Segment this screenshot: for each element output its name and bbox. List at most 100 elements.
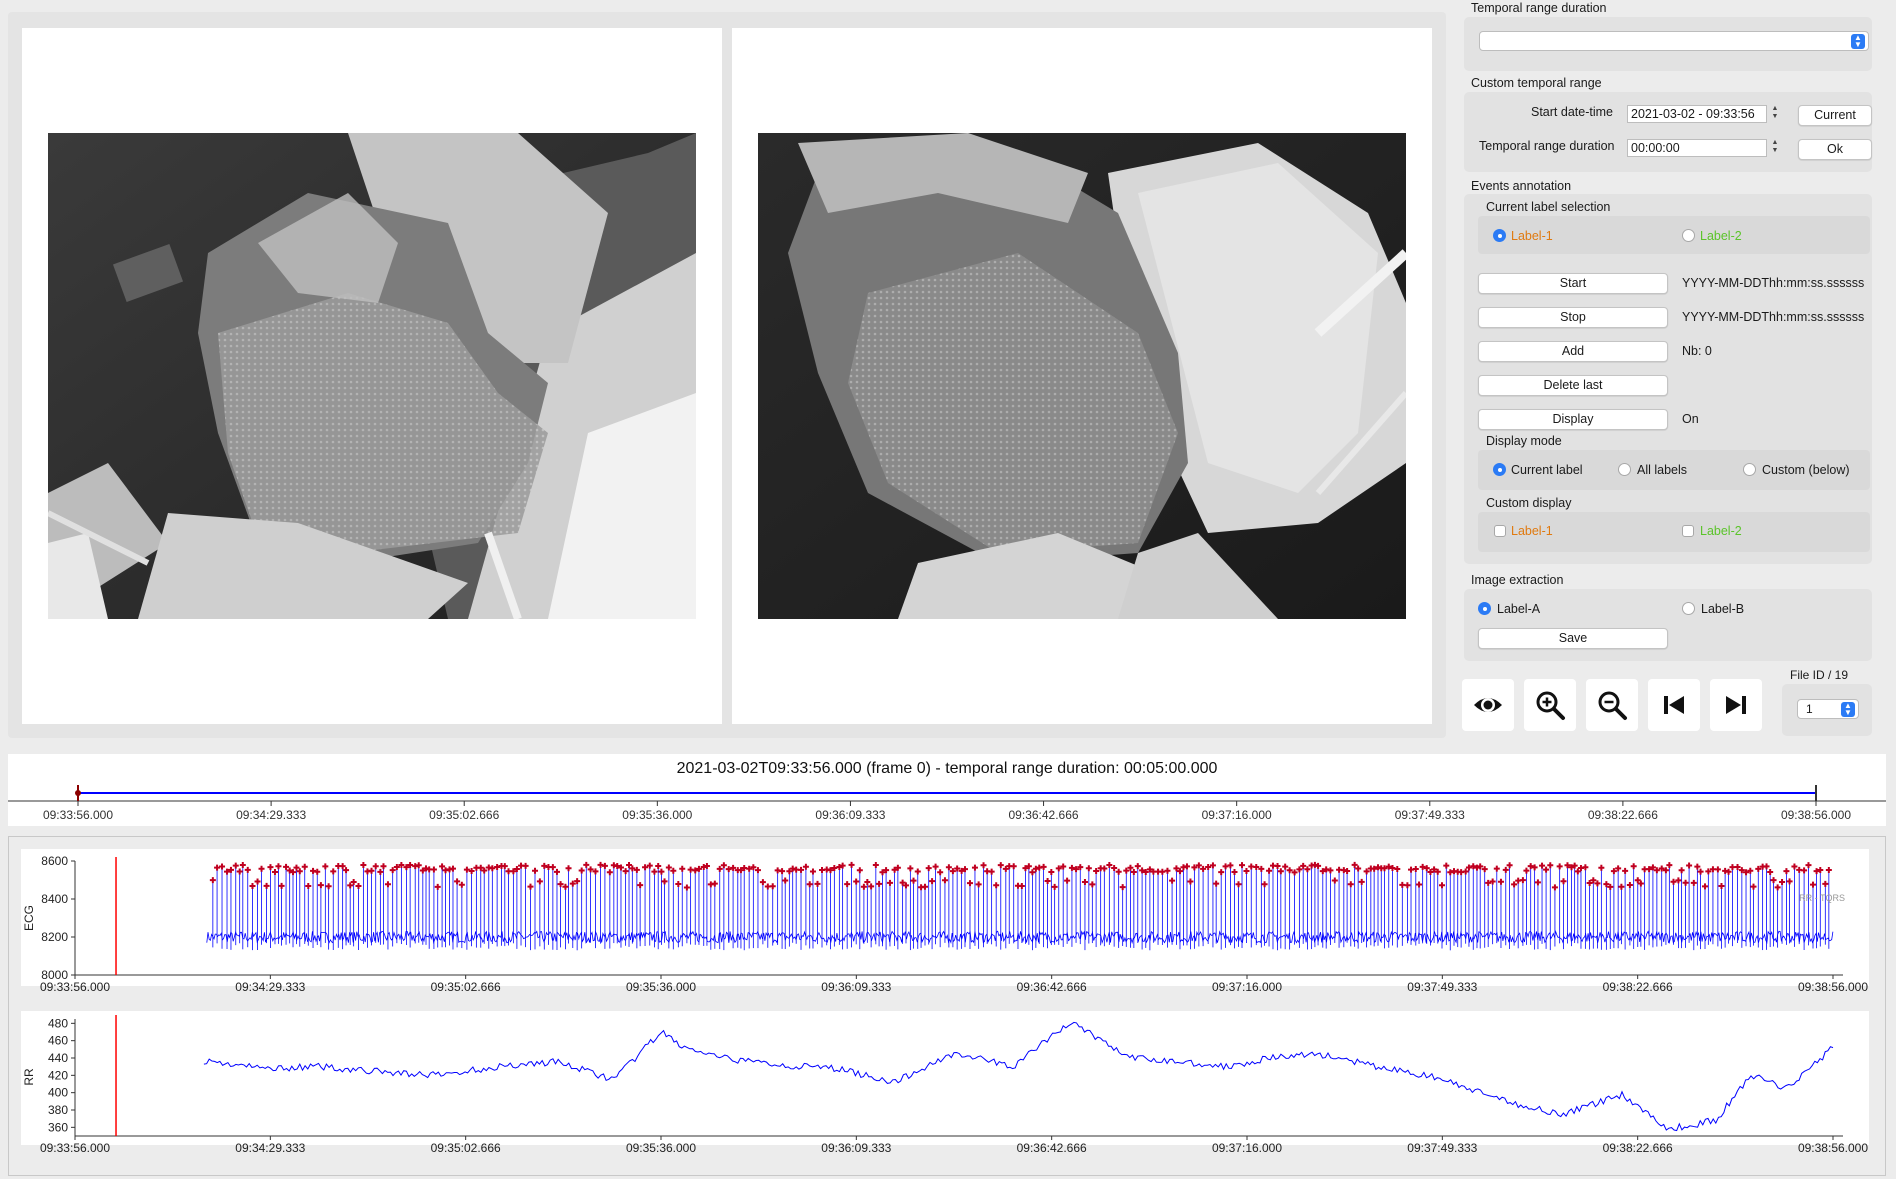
ecg-peak-marker	[658, 868, 665, 875]
start-datetime-field[interactable]: 2021-03-02 - 09:33:56	[1627, 105, 1767, 123]
zoom-in-button[interactable]	[1524, 679, 1576, 731]
duration-stepper-icon[interactable]: ▲ ▼	[1770, 139, 1780, 157]
ecg-peak-marker	[275, 863, 282, 870]
ecg-peak-marker	[806, 881, 813, 888]
custom-label-1-text: Label-1	[1511, 524, 1553, 538]
label-a-radio[interactable]	[1478, 602, 1491, 615]
current-button[interactable]: Current	[1798, 105, 1872, 126]
ecg-peak-marker	[1822, 880, 1829, 887]
stop-button[interactable]: Stop	[1478, 307, 1668, 328]
ecg-peak-marker	[283, 863, 290, 870]
label-a-text: Label-A	[1497, 602, 1541, 616]
video-panel-left	[22, 28, 722, 724]
ecg-peak-marker	[219, 863, 226, 870]
ecg-peak-marker	[339, 863, 346, 870]
ecg-peak-marker	[415, 862, 422, 869]
timeline[interactable]: 2021-03-02T09:33:56.000 (frame 0) - temp…	[8, 754, 1886, 826]
save-button[interactable]: Save	[1478, 628, 1668, 649]
zoom-out-button[interactable]	[1586, 679, 1638, 731]
eye-button[interactable]	[1462, 679, 1514, 731]
ecg-signal-line	[206, 930, 1834, 945]
ecg-peak-marker	[798, 866, 805, 873]
ecg-peak-marker	[1519, 877, 1526, 884]
ecg-peak-marker	[583, 861, 590, 868]
skip-start-button[interactable]	[1648, 679, 1700, 731]
label-2-radio[interactable]	[1682, 229, 1695, 242]
ecg-peak-marker	[244, 866, 251, 873]
ecg-peak-marker	[945, 864, 952, 871]
delete-last-button[interactable]: Delete last	[1478, 375, 1668, 396]
display-mode-custom-radio[interactable]	[1743, 463, 1756, 476]
ecg-peak-marker	[606, 869, 613, 876]
ecg-peak-marker	[1327, 867, 1334, 874]
ok-button[interactable]: Ok	[1798, 139, 1872, 160]
custom-label-1-checkbox[interactable]	[1494, 525, 1506, 537]
ecg-peak-marker	[1534, 879, 1541, 886]
ecg-peak-marker	[1547, 862, 1554, 869]
ecg-legend: RR - TQRS	[1799, 893, 1845, 903]
skip-end-button[interactable]	[1710, 679, 1762, 731]
ecg-peak-marker	[1282, 863, 1289, 870]
rr-y-tick-label: 460	[48, 1034, 68, 1048]
start-button[interactable]: Start	[1478, 273, 1668, 294]
display-mode-custom-text: Custom (below)	[1762, 463, 1850, 477]
custom-temporal-range-title: Custom temporal range	[1471, 76, 1602, 90]
ecg-peak-marker	[350, 879, 357, 886]
ecg-peak-marker	[263, 882, 270, 889]
ecg-peak-marker	[1085, 865, 1092, 872]
timeline-tick-label: 09:36:42.666	[1008, 808, 1079, 822]
ecg-peak-marker	[1040, 863, 1047, 870]
ecg-peak-marker	[1805, 862, 1812, 869]
temporal-range-duration-combo[interactable]: ▲ ▼	[1479, 31, 1869, 51]
ecg-peak-marker	[929, 878, 936, 885]
ecg-peak-marker	[1235, 881, 1242, 888]
ecg-peak-marker	[1101, 865, 1108, 872]
add-button[interactable]: Add	[1478, 341, 1668, 362]
ecg-peak-marker	[380, 863, 387, 870]
ecg-peak-marker	[1051, 883, 1058, 890]
file-id-select[interactable]: 1 ▲ ▼	[1797, 699, 1859, 719]
rr-x-tick-label: 09:36:09.333	[821, 1141, 891, 1155]
rr-y-label: RR	[22, 1068, 36, 1086]
display-button[interactable]: Display	[1478, 409, 1668, 430]
ecg-peak-marker	[322, 863, 329, 870]
event-count: Nb: 0	[1682, 344, 1712, 358]
ecg-peak-marker	[1734, 864, 1741, 871]
ecg-x-tick-label: 09:35:36.000	[626, 980, 696, 994]
timeline-tick-label: 09:36:09.333	[815, 808, 886, 822]
ecg-peak-marker	[578, 867, 585, 874]
ecg-peak-marker	[802, 863, 809, 870]
ecg-peak-marker	[655, 863, 662, 870]
ecg-peak-marker	[675, 880, 682, 887]
ecg-peak-marker	[1574, 868, 1581, 875]
ecg-peak-marker	[1770, 877, 1777, 884]
ecg-peak-marker	[249, 883, 256, 890]
ecg-x-tick-label: 09:37:49.333	[1407, 980, 1477, 994]
ecg-peak-marker	[1786, 878, 1793, 885]
ecg-peak-marker	[1493, 865, 1500, 872]
ecg-peak-marker	[1810, 881, 1817, 888]
ecg-peak-marker	[1560, 878, 1567, 885]
ecg-y-tick-label: 8600	[41, 854, 68, 868]
ecg-peak-marker	[434, 883, 441, 890]
ecg-peak-marker	[1277, 868, 1284, 875]
start-datetime-stepper-icon[interactable]: ▲ ▼	[1770, 105, 1780, 123]
display-mode-current-radio[interactable]	[1493, 463, 1506, 476]
ecg-x-tick-label: 09:36:09.333	[821, 980, 891, 994]
zoom-out-icon	[1598, 691, 1627, 720]
ecg-peak-marker	[932, 863, 939, 870]
ecg-peak-marker	[343, 867, 350, 874]
display-mode-all-radio[interactable]	[1618, 463, 1631, 476]
ecg-peak-marker	[1618, 883, 1625, 890]
ecg-peak-marker	[454, 878, 461, 885]
rr-y-tick-label: 380	[48, 1103, 68, 1117]
skip-start-icon	[1664, 696, 1684, 714]
ecg-peak-marker	[1622, 867, 1629, 874]
label-1-radio[interactable]	[1493, 229, 1506, 242]
ecg-peak-marker	[1774, 884, 1781, 891]
label-b-radio[interactable]	[1682, 602, 1695, 615]
custom-temporal-range-group	[1464, 92, 1872, 172]
ecg-peak-marker	[1666, 862, 1673, 869]
custom-label-2-checkbox[interactable]	[1682, 525, 1694, 537]
duration-field[interactable]: 00:00:00	[1627, 139, 1767, 157]
